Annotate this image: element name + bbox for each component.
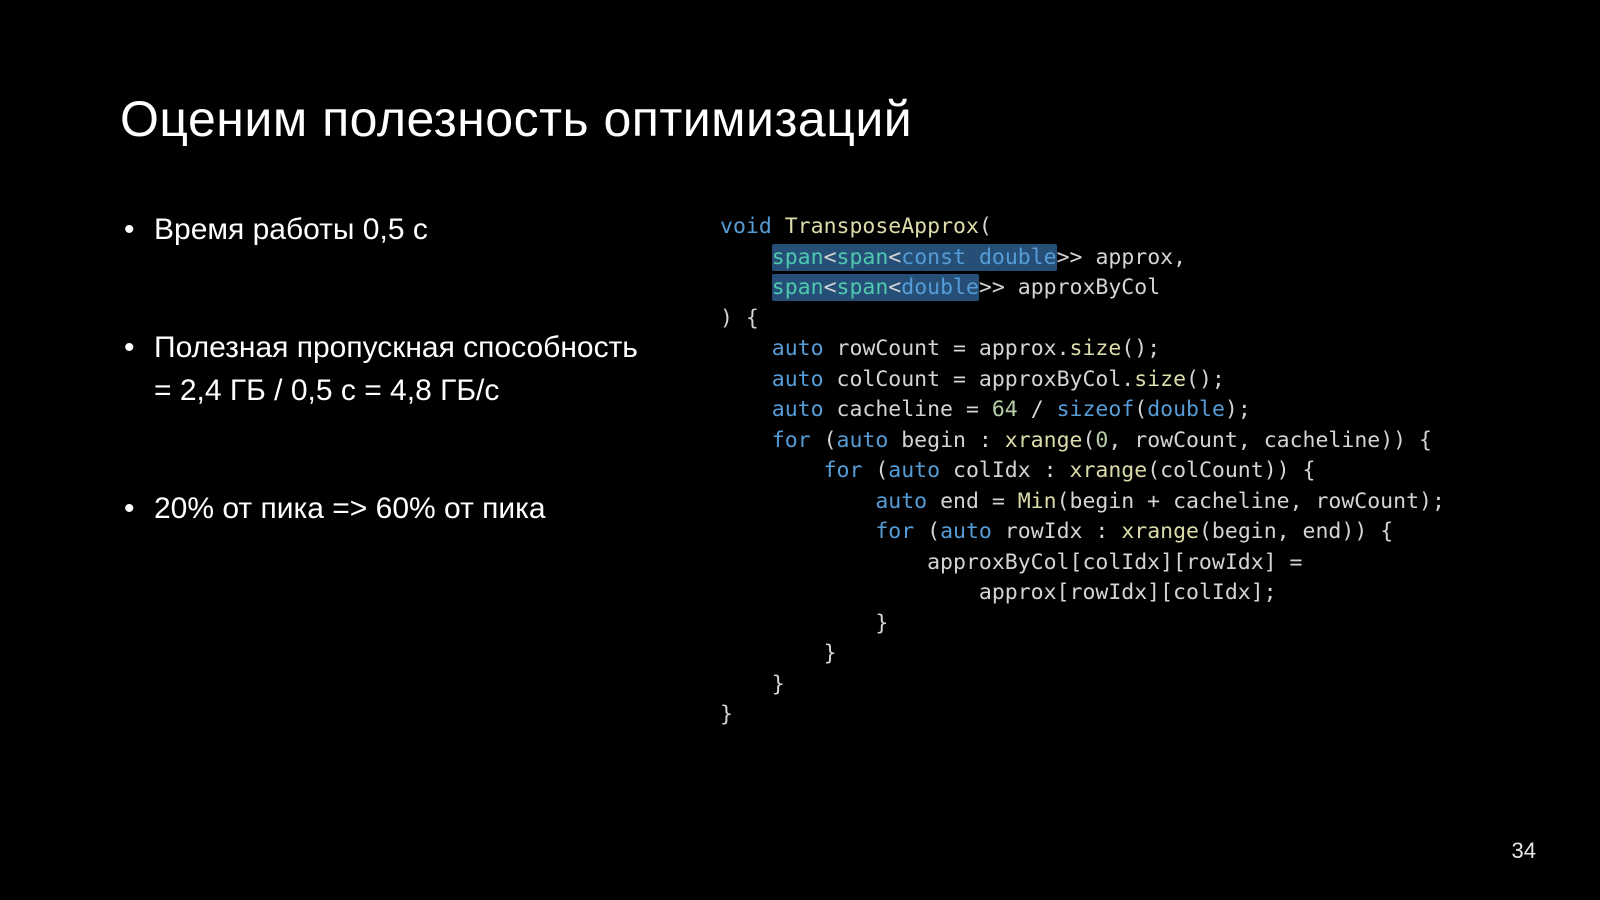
code-token: cacheline [824, 397, 966, 422]
bullet-item: Время работы 0,5 с [120, 208, 660, 252]
code-token: / [1018, 397, 1057, 422]
slide-columns: Время работы 0,5 с Полезная пропускная с… [120, 208, 1480, 731]
code-token: = [966, 397, 979, 422]
code-token: xrange [1121, 519, 1199, 544]
code-token: xrange [1005, 428, 1083, 453]
code-token: approxByCol. [966, 367, 1134, 392]
bullet-list: Время работы 0,5 с Полезная пропускная с… [120, 208, 660, 530]
code-token: rowCount [824, 336, 953, 361]
code-token: >> [979, 275, 1005, 300]
code-token: for [875, 519, 914, 544]
code-token: xrange [1070, 458, 1148, 483]
code-token: double [1147, 397, 1225, 422]
code-token: approxByCol[colIdx][rowIdx] = [927, 550, 1302, 575]
code-token: colCount [824, 367, 953, 392]
code-token: ( [811, 428, 837, 453]
code-token: double [979, 245, 1057, 270]
code-token: } [875, 611, 888, 636]
code-token: span [837, 245, 889, 270]
code-token: (); [1121, 336, 1160, 361]
code-token: approx[rowIdx][colIdx]; [979, 580, 1277, 605]
code-token: (); [1186, 367, 1225, 392]
code-block: void TransposeApprox( span<span<const do… [720, 212, 1480, 731]
page-number: 34 [1512, 838, 1536, 864]
code-token: auto [772, 397, 824, 422]
code-token: span [772, 275, 824, 300]
code-highlight: span<span<const double [772, 244, 1057, 271]
code-token: 64 [992, 397, 1018, 422]
code-token: < [888, 275, 901, 300]
slide-title: Оценим полезность оптимизаций [120, 90, 1480, 148]
left-column: Время работы 0,5 с Полезная пропускная с… [120, 208, 660, 731]
code-token: sizeof [1057, 397, 1135, 422]
code-token: size [1134, 367, 1186, 392]
code-token: (begin, end)) { [1199, 519, 1393, 544]
code-token: auto [772, 336, 824, 361]
code-token: colIdx : [940, 458, 1069, 483]
code-token: approx, [1083, 245, 1187, 270]
bullet-item: 20% от пика => 60% от пика [120, 487, 660, 531]
code-token: = [953, 336, 966, 361]
code-token: = [953, 367, 966, 392]
code-token [979, 397, 992, 422]
code-token: end = [927, 489, 1018, 514]
code-token: Min [1018, 489, 1057, 514]
code-token: double [901, 275, 979, 300]
code-token: for [772, 428, 811, 453]
code-token: } [824, 641, 837, 666]
code-token: const [901, 245, 966, 270]
code-token: auto [888, 458, 940, 483]
code-token: span [837, 275, 889, 300]
code-token: ) { [720, 306, 759, 331]
code-token [966, 245, 979, 270]
code-token: (colCount)) { [1147, 458, 1315, 483]
code-token: auto [837, 428, 889, 453]
bullet-item: Полезная пропускная способность = 2,4 ГБ… [120, 326, 660, 413]
code-token: } [720, 702, 733, 727]
code-token: begin : [888, 428, 1005, 453]
code-token: auto [875, 489, 927, 514]
code-token: ); [1225, 397, 1251, 422]
code-token: < [824, 245, 837, 270]
code-token: size [1070, 336, 1122, 361]
code-token: ( [979, 214, 992, 239]
right-column: void TransposeApprox( span<span<const do… [720, 208, 1480, 731]
code-token: for [824, 458, 863, 483]
code-token: 0 [1095, 428, 1108, 453]
code-token: span [772, 245, 824, 270]
code-token: TransposeApprox [785, 214, 979, 239]
code-token: approxByCol [1005, 275, 1160, 300]
code-token: approx. [966, 336, 1070, 361]
code-token: , rowCount, cacheline)) { [1108, 428, 1432, 453]
code-token: ( [914, 519, 940, 544]
code-token: ( [1082, 428, 1095, 453]
code-token: ( [862, 458, 888, 483]
code-highlight: span<span<double [772, 274, 979, 301]
code-token: rowIdx : [992, 519, 1121, 544]
slide: Оценим полезность оптимизаций Время рабо… [0, 0, 1600, 900]
code-token: } [772, 672, 785, 697]
code-token: void [720, 214, 772, 239]
code-token: < [824, 275, 837, 300]
code-token: < [888, 245, 901, 270]
code-token: >> [1057, 245, 1083, 270]
code-token: auto [940, 519, 992, 544]
code-token: ( [1134, 397, 1147, 422]
code-token: auto [772, 367, 824, 392]
code-token: (begin + cacheline, rowCount); [1057, 489, 1445, 514]
